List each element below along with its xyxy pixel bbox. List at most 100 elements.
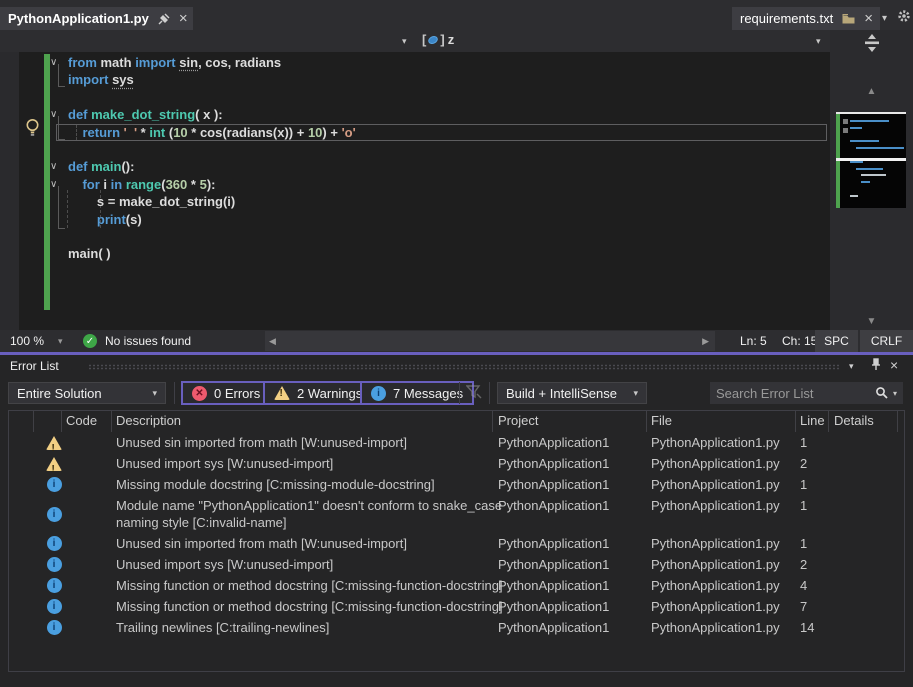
messages-filter-button[interactable]: i 7 Messages — [360, 381, 474, 405]
line-cell: 1 — [800, 474, 807, 495]
member-icon: [ — [422, 32, 426, 47]
error-row[interactable]: iTrailing newlines [C:trailing-newlines]… — [9, 617, 904, 638]
column-header-line[interactable]: Line — [800, 413, 825, 428]
scope-dropdown-icon[interactable]: ▾ — [402, 36, 407, 47]
tab-pythonapplication1[interactable]: PythonApplication1.py × — [0, 7, 193, 30]
code-line[interactable]: ∨ for i in range(360 * 5): — [0, 176, 830, 194]
zoom-control[interactable]: 100 % ▾ — [10, 330, 63, 352]
code-line[interactable]: print(s) — [0, 211, 830, 229]
filter-icon[interactable] — [466, 385, 482, 400]
spaces-indicator[interactable]: SPC — [815, 330, 858, 352]
source-filter-dropdown[interactable]: Build + IntelliSense ▾ — [497, 382, 647, 404]
file-cell: PythonApplication1.py — [651, 495, 780, 516]
warnings-filter-button[interactable]: 2 Warnings — [263, 381, 373, 405]
column-header-project[interactable]: Project — [498, 413, 538, 428]
error-row[interactable]: iUnused import sys [W:unused-import]Pyth… — [9, 554, 904, 575]
tab-requirements[interactable]: requirements.txt × — [732, 7, 880, 30]
scroll-left-icon[interactable]: ◀ — [269, 336, 276, 347]
minimap-code-line — [856, 147, 904, 149]
tab-list-dropdown-icon[interactable]: ▾ — [882, 13, 887, 24]
code-editor[interactable]: ∨from math import sin, cos, radiansimpor… — [0, 52, 830, 330]
code-line[interactable]: ∨def make_dot_string( x ): — [0, 106, 830, 124]
scroll-right-icon[interactable]: ▶ — [702, 336, 709, 347]
error-list-title-bar[interactable]: Error List ▾ × — [0, 355, 913, 378]
file-cell: PythonApplication1.py — [651, 432, 780, 453]
code-line[interactable] — [0, 141, 830, 159]
code-line[interactable]: s = make_dot_string(i) — [0, 193, 830, 211]
drag-grip[interactable] — [88, 364, 841, 370]
code-line[interactable]: main( ) — [0, 245, 830, 263]
project-cell: PythonApplication1 — [498, 533, 609, 554]
keep-open-icon[interactable] — [842, 13, 855, 24]
error-row[interactable]: i Missing function or method docstring [C… — [9, 575, 904, 596]
error-row[interactable]: i Missing function or method docstring [C… — [9, 596, 904, 617]
file-cell: PythonApplication1.py — [651, 575, 780, 596]
code-line[interactable] — [0, 228, 830, 246]
info-icon: i — [47, 578, 62, 593]
column-header-description[interactable]: Description — [116, 413, 181, 428]
minimap-thumbnail[interactable] — [836, 112, 906, 208]
code-line[interactable] — [0, 89, 830, 107]
minimap-code-line — [850, 127, 862, 129]
error-row[interactable]: iMissing module docstring [C:missing-mod… — [9, 474, 904, 495]
navigation-bar: ▾ [ ] z ▾ — [0, 30, 830, 52]
scope-filter-dropdown[interactable]: Entire Solution ▾ — [8, 382, 166, 404]
member-dropdown[interactable]: [ ] z — [422, 32, 454, 47]
column-header-details[interactable]: Details — [834, 413, 874, 428]
member-dropdown-icon[interactable]: ▾ — [816, 36, 821, 47]
fold-marker-icon[interactable]: ∨ — [50, 176, 57, 194]
column-header-file[interactable]: File — [651, 413, 672, 428]
description-cell: Module name "PythonApplication1" doesn't… — [116, 495, 492, 531]
code-line[interactable]: import sys — [0, 71, 830, 89]
project-cell: PythonApplication1 — [498, 474, 609, 495]
error-row[interactable]: iModule name "PythonApplication1" doesn'… — [9, 495, 904, 533]
close-icon[interactable]: × — [890, 357, 898, 373]
error-row[interactable]: iUnused sin imported from math [W:unused… — [9, 533, 904, 554]
scroll-up-icon[interactable]: ▲ — [830, 86, 913, 97]
split-handle-icon[interactable] — [830, 32, 913, 54]
error-row[interactable]: Unused import sys [W:unused-import]Pytho… — [9, 453, 904, 474]
pin-icon[interactable] — [870, 358, 882, 371]
code-text: def main(): — [68, 158, 134, 176]
search-input[interactable]: Search Error List ▾ — [710, 382, 903, 404]
pin-icon[interactable] — [158, 13, 170, 25]
info-icon: i — [47, 557, 62, 572]
chevron-down-icon: ▾ — [152, 388, 157, 399]
line-cell: 7 — [800, 596, 807, 617]
minimap-code-line — [850, 140, 879, 142]
line-cell: 14 — [800, 617, 814, 638]
description-cell: Missing function or method docstring [C:… — [116, 596, 492, 615]
window-position-dropdown-icon[interactable]: ▾ — [849, 361, 854, 372]
info-icon: i — [371, 386, 386, 401]
fold-marker-icon[interactable]: ∨ — [50, 158, 57, 176]
tab-title: PythonApplication1.py — [8, 11, 149, 26]
gear-icon[interactable] — [897, 9, 911, 23]
editor-status-bar: 100 % ▾ ✓ No issues found ◀ ▶ Ln: 5 Ch: … — [0, 330, 913, 352]
horizontal-scrollbar[interactable]: ◀ ▶ — [265, 331, 715, 351]
column-header-code[interactable]: Code — [66, 413, 97, 428]
code-line[interactable]: ∨from math import sin, cos, radians — [0, 54, 830, 72]
description-cell: Unused import sys [W:unused-import] — [116, 453, 492, 472]
line-ending-indicator[interactable]: CRLF — [860, 330, 913, 352]
code-line[interactable]: return ' ' * int (10 * cos(radians(x)) +… — [0, 124, 830, 142]
info-icon: i — [47, 599, 62, 614]
fold-marker-icon[interactable]: ∨ — [50, 54, 57, 72]
description-cell: Missing function or method docstring [C:… — [116, 575, 492, 594]
errors-filter-button[interactable]: ✕ 0 Errors — [181, 381, 271, 405]
table-header[interactable]: Code Description Project File Line Detai… — [9, 411, 904, 432]
fold-marker-icon[interactable]: ∨ — [50, 106, 57, 124]
scroll-down-icon[interactable]: ▼ — [830, 316, 913, 327]
search-options-dropdown-icon[interactable]: ▾ — [893, 389, 897, 398]
error-row[interactable]: Unused sin imported from math [W:unused-… — [9, 432, 904, 453]
code-line[interactable]: ∨ def main(): — [0, 158, 830, 176]
zoom-dropdown-icon[interactable]: ▾ — [58, 336, 63, 347]
minimap-scrollbar[interactable]: ▲ ▼ — [830, 30, 913, 330]
issues-indicator[interactable]: ✓ No issues found — [83, 330, 191, 352]
error-icon: ✕ — [192, 386, 207, 401]
file-cell: PythonApplication1.py — [651, 474, 780, 495]
close-icon[interactable]: × — [864, 11, 873, 26]
line-cell: 2 — [800, 453, 807, 474]
project-cell: PythonApplication1 — [498, 596, 609, 617]
close-icon[interactable]: × — [179, 11, 188, 26]
code-text: return ' ' * int (10 * cos(radians(x)) +… — [68, 124, 356, 142]
